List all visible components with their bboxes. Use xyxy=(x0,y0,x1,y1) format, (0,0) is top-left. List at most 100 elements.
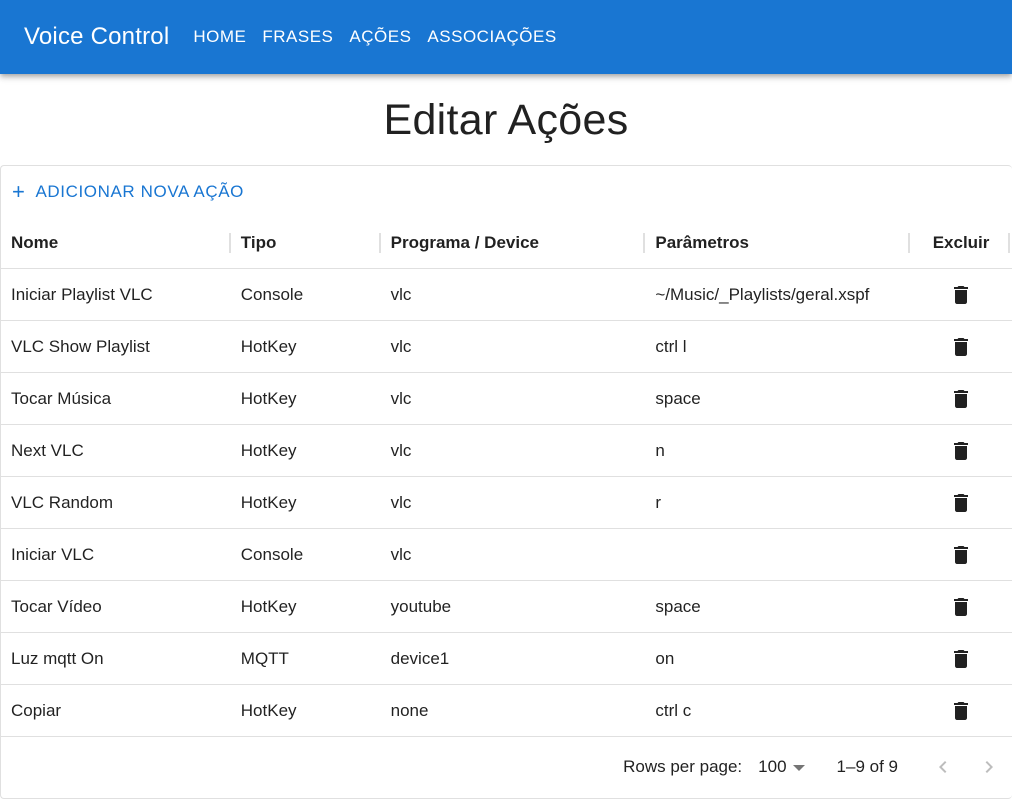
cell-nome[interactable]: VLC Show Playlist xyxy=(1,321,231,372)
cell-excluir xyxy=(910,269,1012,320)
delete-action-button[interactable] xyxy=(941,379,981,419)
cell-nome[interactable]: Iniciar VLC xyxy=(1,529,231,580)
column-header-tipo[interactable]: Tipo xyxy=(231,218,381,268)
table-row[interactable]: Tocar Vídeo HotKey youtube space xyxy=(1,581,1012,633)
trash-icon xyxy=(954,441,969,460)
nav-frases[interactable]: FRASES xyxy=(254,21,341,53)
cell-programa[interactable]: none xyxy=(381,685,646,736)
delete-action-button[interactable] xyxy=(941,327,981,367)
cell-programa[interactable]: youtube xyxy=(381,581,646,632)
cell-parametros[interactable]: ~/Music/_Playlists/geral.xspf xyxy=(645,269,910,320)
cell-nome[interactable]: Tocar Música xyxy=(1,373,231,424)
cell-programa[interactable]: vlc xyxy=(381,321,646,372)
cell-tipo[interactable]: HotKey xyxy=(231,321,381,372)
table-row[interactable]: Tocar Música HotKey vlc space xyxy=(1,373,1012,425)
cell-parametros[interactable]: ctrl c xyxy=(645,685,910,736)
cell-parametros[interactable]: ctrl l xyxy=(645,321,910,372)
cell-excluir xyxy=(910,581,1012,632)
cell-tipo[interactable]: HotKey xyxy=(231,581,381,632)
caret-down-icon xyxy=(792,765,805,771)
cell-excluir xyxy=(910,633,1012,684)
cell-programa[interactable]: vlc xyxy=(381,477,646,528)
cell-parametros[interactable]: on xyxy=(645,633,910,684)
column-header-programa[interactable]: Programa / Device xyxy=(381,218,646,268)
app-bar: Voice Control HOME FRASES AÇÕES ASSOCIAÇ… xyxy=(0,0,1012,74)
cell-excluir xyxy=(910,321,1012,372)
nav-home[interactable]: HOME xyxy=(185,21,254,53)
cell-nome[interactable]: Iniciar Playlist VLC xyxy=(1,269,231,320)
delete-action-button[interactable] xyxy=(941,275,981,315)
cell-excluir xyxy=(910,425,1012,476)
cell-programa[interactable]: device1 xyxy=(381,633,646,684)
actions-table: + ADICIONAR NOVA AÇÃO Nome Tipo Programa… xyxy=(0,165,1012,799)
cell-parametros[interactable]: space xyxy=(645,581,910,632)
cell-tipo[interactable]: Console xyxy=(231,529,381,580)
cell-parametros[interactable]: n xyxy=(645,425,910,476)
delete-action-button[interactable] xyxy=(941,587,981,627)
table-header: Nome Tipo Programa / Device Parâmetros E… xyxy=(1,218,1012,269)
cell-excluir xyxy=(910,477,1012,528)
table-toolbar: + ADICIONAR NOVA AÇÃO xyxy=(1,166,1012,218)
trash-icon xyxy=(954,493,969,512)
rows-per-page-select[interactable]: 100 xyxy=(758,757,805,777)
cell-tipo[interactable]: Console xyxy=(231,269,381,320)
nav-associacoes[interactable]: ASSOCIAÇÕES xyxy=(419,21,564,53)
table-row[interactable]: Copiar HotKey none ctrl c xyxy=(1,685,1012,737)
delete-action-button[interactable] xyxy=(941,483,981,523)
column-header-nome[interactable]: Nome xyxy=(1,218,231,268)
plus-icon: + xyxy=(12,179,26,204)
column-separator[interactable] xyxy=(1008,233,1010,253)
nav-acoes[interactable]: AÇÕES xyxy=(341,21,419,53)
trash-icon xyxy=(954,285,969,304)
delete-action-button[interactable] xyxy=(941,535,981,575)
cell-programa[interactable]: vlc xyxy=(381,373,646,424)
cell-parametros[interactable] xyxy=(645,529,910,580)
column-header-parametros[interactable]: Parâmetros xyxy=(645,218,911,268)
cell-excluir xyxy=(910,529,1012,580)
page-title: Editar Ações xyxy=(383,96,629,144)
pagination-range: 1–9 of 9 xyxy=(836,757,898,776)
cell-nome[interactable]: Tocar Vídeo xyxy=(1,581,231,632)
delete-action-button[interactable] xyxy=(941,639,981,679)
cell-programa[interactable]: vlc xyxy=(381,425,646,476)
table-row[interactable]: Iniciar Playlist VLC Console vlc ~/Music/_P… xyxy=(1,269,1012,321)
rows-per-page-value: 100 xyxy=(758,757,787,776)
cell-parametros[interactable]: r xyxy=(645,477,910,528)
table-row[interactable]: Next VLC HotKey vlc n xyxy=(1,425,1012,477)
cell-parametros[interactable]: space xyxy=(645,373,910,424)
trash-icon xyxy=(954,545,969,564)
column-header-excluir[interactable]: Excluir xyxy=(910,218,1012,268)
cell-programa[interactable]: vlc xyxy=(381,269,646,320)
cell-tipo[interactable]: HotKey xyxy=(231,373,381,424)
cell-tipo[interactable]: MQTT xyxy=(231,633,381,684)
table-row[interactable]: VLC Random HotKey vlc r xyxy=(1,477,1012,529)
table-row[interactable]: Luz mqtt On MQTT device1 on xyxy=(1,633,1012,685)
cell-tipo[interactable]: HotKey xyxy=(231,685,381,736)
trash-icon xyxy=(954,649,969,668)
delete-action-button[interactable] xyxy=(941,431,981,471)
add-action-label: ADICIONAR NOVA AÇÃO xyxy=(35,182,244,201)
delete-action-button[interactable] xyxy=(941,691,981,731)
column-header-label: Nome xyxy=(11,233,59,252)
cell-programa[interactable]: vlc xyxy=(381,529,646,580)
cell-tipo[interactable]: HotKey xyxy=(231,477,381,528)
table-row[interactable]: Iniciar VLC Console vlc xyxy=(1,529,1012,581)
add-action-button[interactable]: + ADICIONAR NOVA AÇÃO xyxy=(7,177,249,207)
table-body: Iniciar Playlist VLC Console vlc ~/Music/_P… xyxy=(1,269,1012,737)
cell-nome[interactable]: VLC Random xyxy=(1,477,231,528)
trash-icon xyxy=(954,701,969,720)
pagination: Rows per page: 100 1–9 of 9 xyxy=(1,736,1012,798)
previous-page-button[interactable] xyxy=(920,747,966,787)
cell-excluir xyxy=(910,685,1012,736)
table-row[interactable]: VLC Show Playlist HotKey vlc ctrl l xyxy=(1,321,1012,373)
next-page-button[interactable] xyxy=(966,747,1012,787)
cell-nome[interactable]: Next VLC xyxy=(1,425,231,476)
cell-nome[interactable]: Copiar xyxy=(1,685,231,736)
column-header-label: Tipo xyxy=(240,233,277,252)
column-header-label: Programa / Device xyxy=(390,233,539,252)
chevron-right-icon xyxy=(985,761,993,773)
cell-tipo[interactable]: HotKey xyxy=(231,425,381,476)
trash-icon xyxy=(954,389,969,408)
cell-nome[interactable]: Luz mqtt On xyxy=(1,633,231,684)
trash-icon xyxy=(954,337,969,356)
